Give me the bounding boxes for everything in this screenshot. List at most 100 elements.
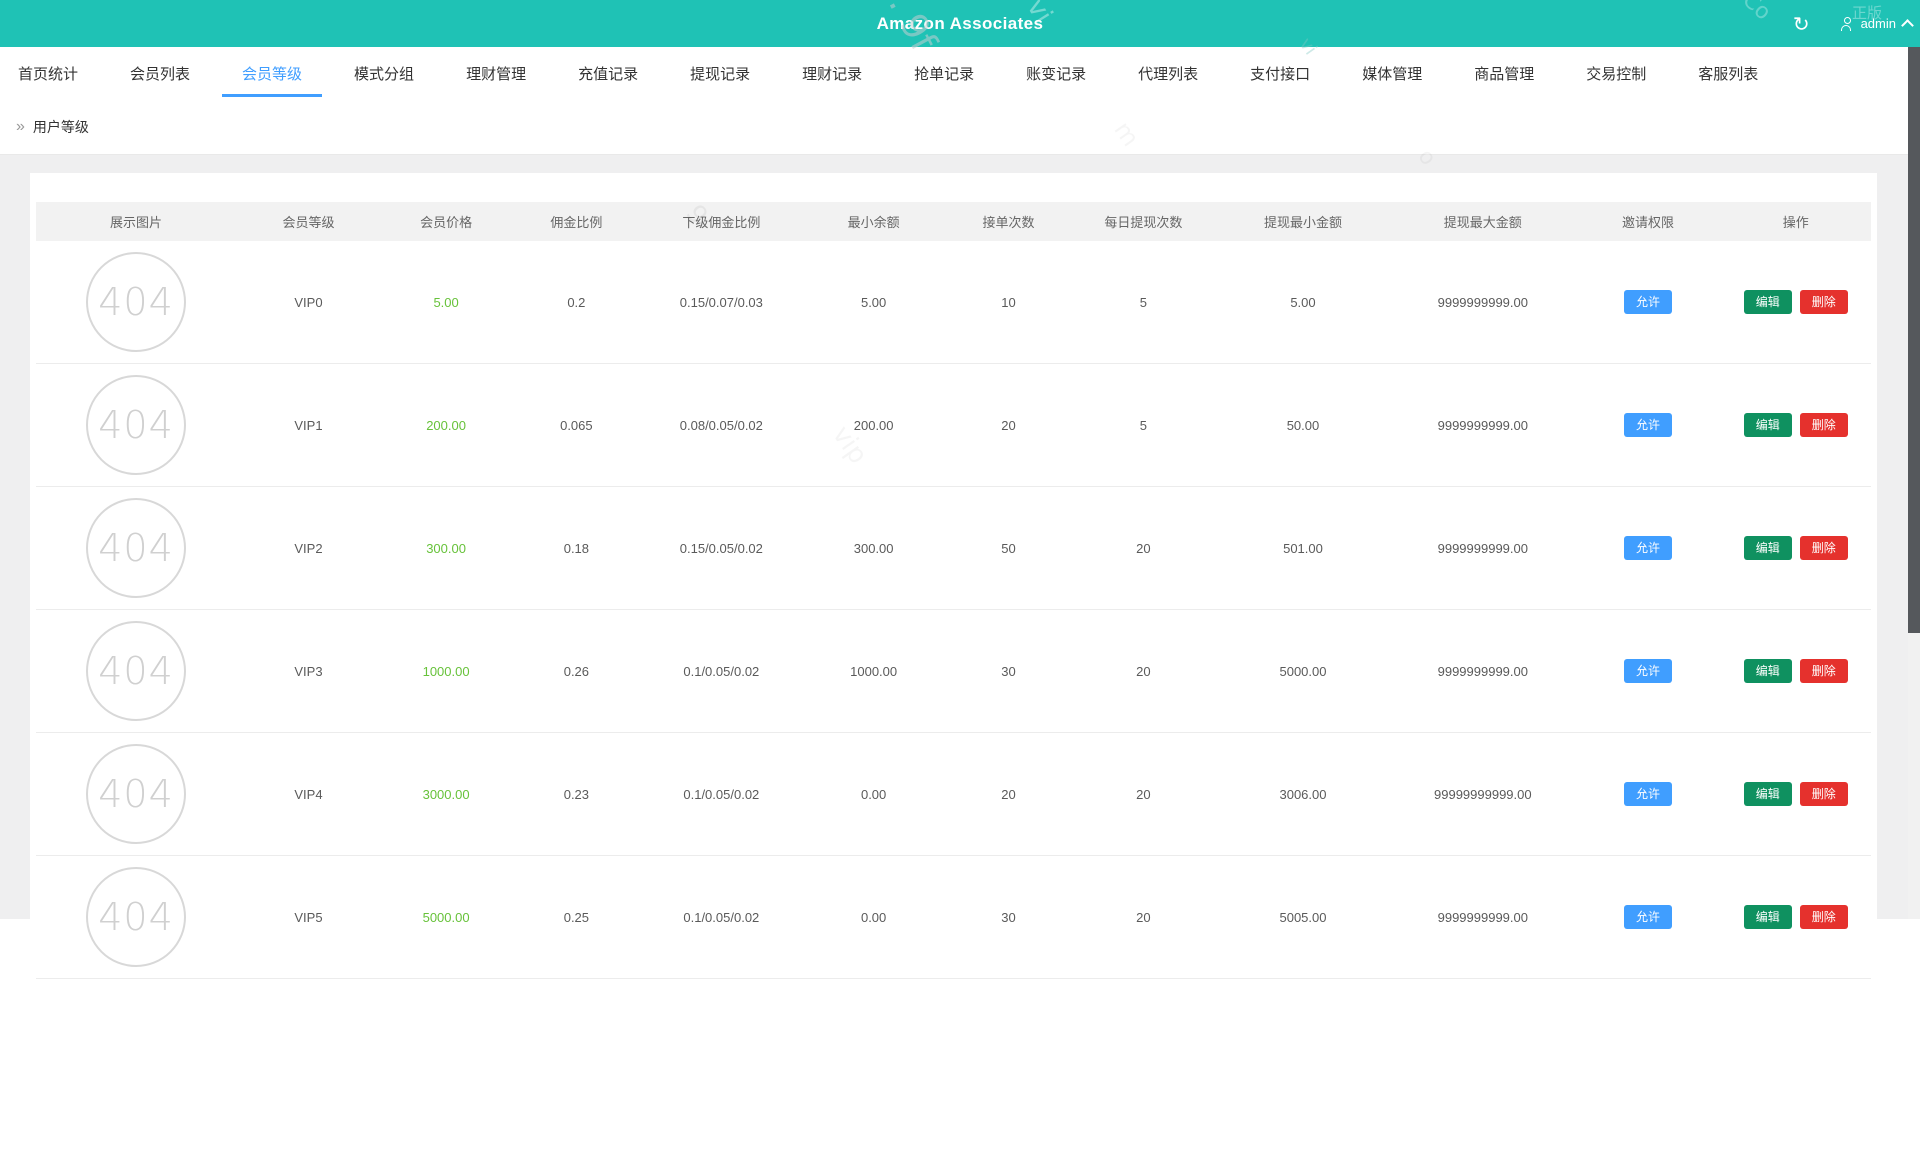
table-body: 404VIP05.000.20.15/0.07/0.035.001055.009… bbox=[36, 241, 1871, 979]
sub-commission-ratio: 0.15/0.07/0.03 bbox=[642, 241, 802, 364]
order-count: 10 bbox=[946, 241, 1071, 364]
table-header-cell: 每日提现次数 bbox=[1071, 202, 1216, 241]
min-balance: 200.00 bbox=[801, 364, 946, 487]
nav-menu: 首页统计会员列表会员等级模式分组理财管理充值记录提现记录理财记录抢单记录账变记录… bbox=[0, 47, 1920, 99]
delete-button[interactable]: 删除 bbox=[1800, 413, 1848, 437]
member-price-cell: 5.00 bbox=[381, 241, 511, 364]
max-withdrawal-amount: 9999999999.00 bbox=[1390, 856, 1575, 979]
placeholder-image-404: 404 bbox=[86, 621, 186, 721]
nav-item-13[interactable]: 媒体管理 bbox=[1336, 47, 1448, 99]
table-row: 404VIP55000.000.250.1/0.05/0.020.0030205… bbox=[36, 856, 1871, 979]
placeholder-image-404: 404 bbox=[86, 744, 186, 844]
order-count: 30 bbox=[946, 610, 1071, 733]
actions-cell: 编辑删除 bbox=[1720, 856, 1871, 979]
allow-button[interactable]: 允许 bbox=[1624, 290, 1672, 314]
breadcrumb: » 用户等级 bbox=[0, 99, 1920, 155]
nav-item-9[interactable]: 抢单记录 bbox=[888, 47, 1000, 99]
scrollbar-thumb[interactable] bbox=[1908, 47, 1920, 633]
table-row: 404VIP1200.000.0650.08/0.05/0.02200.0020… bbox=[36, 364, 1871, 487]
delete-button[interactable]: 删除 bbox=[1800, 536, 1848, 560]
table-header-cell: 邀请权限 bbox=[1575, 202, 1720, 241]
table-header-cell: 展示图片 bbox=[36, 202, 236, 241]
edit-button[interactable]: 编辑 bbox=[1744, 290, 1792, 314]
nav-item-4[interactable]: 模式分组 bbox=[328, 47, 440, 99]
nav-item-12[interactable]: 支付接口 bbox=[1224, 47, 1336, 99]
commission-ratio: 0.2 bbox=[511, 241, 641, 364]
actions-cell: 编辑删除 bbox=[1720, 610, 1871, 733]
table-header-cell: 提现最小金额 bbox=[1216, 202, 1390, 241]
nav-item-14[interactable]: 商品管理 bbox=[1448, 47, 1560, 99]
sub-commission-ratio: 0.1/0.05/0.02 bbox=[642, 733, 802, 856]
placeholder-image-404: 404 bbox=[86, 375, 186, 475]
member-level: VIP1 bbox=[236, 364, 381, 487]
order-count: 30 bbox=[946, 856, 1071, 979]
member-price-cell: 300.00 bbox=[381, 487, 511, 610]
member-level: VIP3 bbox=[236, 610, 381, 733]
min-balance: 5.00 bbox=[801, 241, 946, 364]
edit-button[interactable]: 编辑 bbox=[1744, 782, 1792, 806]
table-header-cell: 会员等级 bbox=[236, 202, 381, 241]
sub-commission-ratio: 0.1/0.05/0.02 bbox=[642, 610, 802, 733]
breadcrumb-label: 用户等级 bbox=[33, 117, 89, 137]
allow-button[interactable]: 允许 bbox=[1624, 536, 1672, 560]
order-count: 20 bbox=[946, 733, 1071, 856]
nav-item-11[interactable]: 代理列表 bbox=[1112, 47, 1224, 99]
member-level: VIP0 bbox=[236, 241, 381, 364]
allow-button[interactable]: 允许 bbox=[1624, 659, 1672, 683]
actions-cell: 编辑删除 bbox=[1720, 733, 1871, 856]
nav-item-16[interactable]: 客服列表 bbox=[1672, 47, 1784, 99]
min-withdrawal-amount: 5005.00 bbox=[1216, 856, 1390, 979]
nav-item-10[interactable]: 账变记录 bbox=[1000, 47, 1112, 99]
edit-button[interactable]: 编辑 bbox=[1744, 413, 1792, 437]
order-count: 50 bbox=[946, 487, 1071, 610]
edit-button[interactable]: 编辑 bbox=[1744, 536, 1792, 560]
delete-button[interactable]: 删除 bbox=[1800, 905, 1848, 929]
table-row: 404VIP31000.000.260.1/0.05/0.021000.0030… bbox=[36, 610, 1871, 733]
table-row: 404VIP43000.000.230.1/0.05/0.020.0020203… bbox=[36, 733, 1871, 856]
nav-item-1[interactable]: 首页统计 bbox=[0, 47, 104, 99]
table-header-cell: 接单次数 bbox=[946, 202, 1071, 241]
edit-button[interactable]: 编辑 bbox=[1744, 659, 1792, 683]
nav-item-7[interactable]: 提现记录 bbox=[664, 47, 776, 99]
nav-item-15[interactable]: 交易控制 bbox=[1560, 47, 1672, 99]
delete-button[interactable]: 删除 bbox=[1800, 782, 1848, 806]
member-price: 5.00 bbox=[433, 295, 458, 310]
daily-withdrawal-count: 5 bbox=[1071, 364, 1216, 487]
table-header-cell: 下级佣金比例 bbox=[642, 202, 802, 241]
nav-item-8[interactable]: 理财记录 bbox=[776, 47, 888, 99]
invite-permission-cell: 允许 bbox=[1575, 610, 1720, 733]
table-row: 404VIP2300.000.180.15/0.05/0.02300.00502… bbox=[36, 487, 1871, 610]
placeholder-image-404: 404 bbox=[86, 867, 186, 967]
nav-item-2[interactable]: 会员列表 bbox=[104, 47, 216, 99]
username: admin bbox=[1861, 16, 1896, 31]
delete-button[interactable]: 删除 bbox=[1800, 290, 1848, 314]
edit-button[interactable]: 编辑 bbox=[1744, 905, 1792, 929]
nav-item-3-active[interactable]: 会员等级 bbox=[216, 47, 328, 99]
placeholder-image-404: 404 bbox=[86, 498, 186, 598]
refresh-icon[interactable]: ↻ bbox=[1793, 14, 1810, 34]
nav-item-6[interactable]: 充值记录 bbox=[552, 47, 664, 99]
min-balance: 300.00 bbox=[801, 487, 946, 610]
member-price-cell: 1000.00 bbox=[381, 610, 511, 733]
daily-withdrawal-count: 20 bbox=[1071, 856, 1216, 979]
display-image-cell: 404 bbox=[36, 241, 236, 364]
allow-button[interactable]: 允许 bbox=[1624, 905, 1672, 929]
allow-button[interactable]: 允许 bbox=[1624, 413, 1672, 437]
commission-ratio: 0.26 bbox=[511, 610, 641, 733]
min-withdrawal-amount: 501.00 bbox=[1216, 487, 1390, 610]
member-price: 1000.00 bbox=[423, 664, 470, 679]
user-menu[interactable]: admin bbox=[1840, 16, 1912, 31]
max-withdrawal-amount: 9999999999.00 bbox=[1390, 364, 1575, 487]
delete-button[interactable]: 删除 bbox=[1800, 659, 1848, 683]
nav-item-5[interactable]: 理财管理 bbox=[440, 47, 552, 99]
table-header-cell: 会员价格 bbox=[381, 202, 511, 241]
actions-cell: 编辑删除 bbox=[1720, 364, 1871, 487]
order-count: 20 bbox=[946, 364, 1071, 487]
member-price-cell: 5000.00 bbox=[381, 856, 511, 979]
page-content: 展示图片会员等级会员价格佣金比例下级佣金比例最小余额接单次数每日提现次数提现最小… bbox=[0, 155, 1920, 919]
person-icon bbox=[1840, 17, 1854, 31]
daily-withdrawal-count: 20 bbox=[1071, 610, 1216, 733]
allow-button[interactable]: 允许 bbox=[1624, 782, 1672, 806]
member-level: VIP2 bbox=[236, 487, 381, 610]
daily-withdrawal-count: 20 bbox=[1071, 487, 1216, 610]
